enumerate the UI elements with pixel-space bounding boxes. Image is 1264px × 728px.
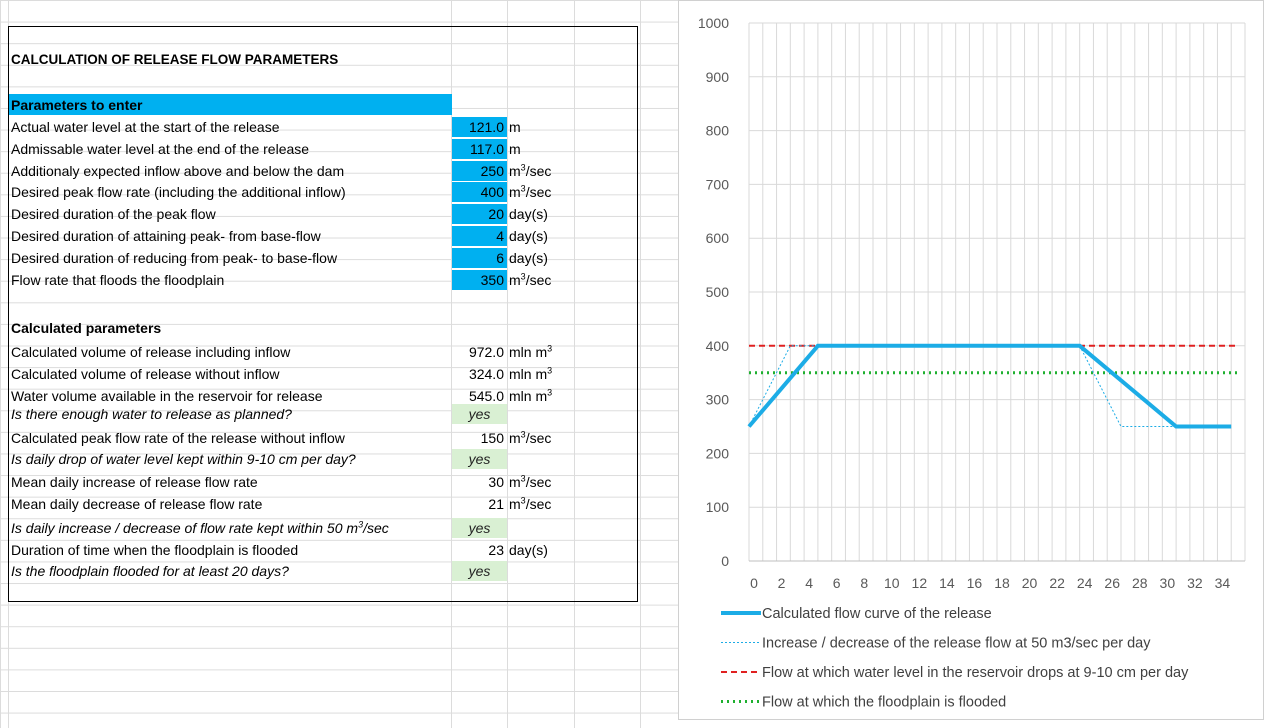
x-tick-label: 2 — [778, 575, 786, 591]
param-unit: m3/sec — [509, 271, 552, 288]
x-tick-label: 4 — [805, 575, 813, 591]
x-tick-label: 14 — [939, 575, 955, 591]
calc-label: Calculated volume of release including i… — [11, 344, 291, 360]
param-label: Flow rate that floods the floodplain — [11, 272, 225, 288]
calc-unit: day(s) — [509, 542, 548, 558]
calc-label: Water volume available in the reservoir … — [11, 388, 323, 404]
calc-unit: m3/sec — [509, 473, 552, 490]
calc-label: Duration of time when the floodplain is … — [11, 542, 299, 558]
calc-label: Mean daily increase of release flow rate — [11, 474, 258, 490]
calc-unit: mln m3 — [509, 387, 553, 404]
y-tick-label: 700 — [706, 176, 730, 192]
legend-entry: Calculated flow curve of the release — [762, 606, 992, 622]
check-result[interactable]: yes — [452, 449, 507, 469]
param-unit: m — [509, 119, 521, 135]
y-tick-label: 300 — [706, 392, 730, 408]
param-unit: day(s) — [509, 250, 548, 266]
series-line-1 — [747, 343, 1232, 429]
x-tick-label: 34 — [1215, 575, 1231, 591]
calc-value[interactable]: 30 — [452, 472, 507, 492]
param-unit: day(s) — [509, 228, 548, 244]
calc-label: Calculated peak flow rate of the release… — [11, 430, 345, 446]
calc-header-label: Calculated parameters — [11, 320, 162, 336]
y-tick-label: 0 — [721, 553, 729, 569]
x-tick-label: 6 — [833, 575, 841, 591]
calc-value[interactable]: 150 — [452, 428, 507, 448]
param-label: Desired duration of the peak flow — [11, 206, 216, 222]
param-label: Additionaly expected inflow above and be… — [11, 163, 345, 179]
x-tick-label: 10 — [884, 575, 900, 591]
legend-entry: Flow at which water level in the reservo… — [762, 665, 1189, 681]
param-unit: m — [509, 141, 521, 157]
x-tick-label: 28 — [1132, 575, 1148, 591]
param-value-input[interactable]: 400 — [452, 182, 507, 202]
calc-unit: mln m3 — [509, 365, 553, 382]
check-result[interactable]: yes — [452, 561, 507, 581]
x-tick-label: 16 — [967, 575, 983, 591]
calc-label: Mean daily decrease of release flow rate — [11, 496, 263, 512]
calc-label: Calculated volume of release without inf… — [11, 366, 280, 382]
y-tick-label: 900 — [706, 69, 730, 85]
check-result[interactable]: yes — [452, 404, 507, 424]
param-value-input[interactable]: 6 — [452, 248, 507, 268]
param-value-input[interactable]: 4 — [452, 226, 507, 246]
y-tick-label: 500 — [706, 284, 730, 300]
legend-entry: Increase / decrease of the release flow … — [762, 636, 1151, 652]
x-tick-label: 0 — [750, 575, 758, 591]
param-unit: m3/sec — [509, 183, 552, 200]
param-unit: day(s) — [509, 206, 548, 222]
calc-label: Is daily drop of water level kept within… — [11, 451, 356, 467]
param-label: Desired duration of reducing from peak- … — [11, 250, 338, 266]
calc-label: Is there enough water to release as plan… — [11, 406, 292, 422]
x-tick-label: 18 — [994, 575, 1010, 591]
y-tick-label: 800 — [706, 123, 730, 139]
calc-value[interactable]: 21 — [452, 494, 507, 514]
legend-entry: Flow at which the floodplain is flooded — [762, 695, 1006, 711]
param-value-input[interactable]: 250 — [452, 161, 507, 181]
calc-value[interactable]: 545.0 — [452, 386, 507, 406]
param-value-input[interactable]: 20 — [452, 204, 507, 224]
calc-label: Is the floodplain flooded for at least 2… — [11, 563, 289, 579]
sheet-title[interactable]: CALCULATION OF RELEASE FLOW PARAMETERS — [11, 52, 338, 67]
chart-container[interactable]: 0 100 200 300 400 500 600 700 800 900 1000 0 2 4 6 8 10 1… — [678, 0, 1264, 720]
param-label: Admissable water level at the end of the… — [11, 141, 310, 157]
series-line-2 — [748, 345, 1177, 427]
x-tick-label: 8 — [860, 575, 868, 591]
x-tick-label: 12 — [912, 575, 928, 591]
y-tick-label: 100 — [706, 499, 730, 515]
calc-value[interactable]: 324.0 — [452, 364, 507, 384]
x-tick-label: 30 — [1160, 575, 1176, 591]
param-value-input[interactable]: 121.0 — [452, 117, 507, 137]
calc-unit: m3/sec — [509, 429, 552, 446]
y-tick-label: 200 — [706, 445, 730, 461]
x-tick-label: 26 — [1104, 575, 1120, 591]
param-value-input[interactable]: 117.0 — [452, 139, 507, 159]
param-unit: m3/sec — [509, 162, 552, 179]
flow-chart: 010020030040050060070080090010000 2 4 6 8 10 1… — [698, 15, 1246, 711]
calc-unit: mln m3 — [509, 343, 553, 360]
calc-unit: m3/sec — [509, 495, 552, 512]
y-tick-label: 600 — [706, 230, 730, 246]
calc-value[interactable]: 972.0 — [452, 342, 507, 362]
x-tick-label: 20 — [1022, 575, 1038, 591]
calc-label: Is daily increase / decrease of flow rat… — [11, 519, 389, 536]
param-value-input[interactable]: 350 — [452, 270, 507, 290]
calc-value[interactable]: 23 — [452, 540, 507, 560]
x-tick-label: 24 — [1077, 575, 1093, 591]
check-result[interactable]: yes — [452, 518, 507, 538]
x-tick-label: 22 — [1049, 575, 1065, 591]
x-tick-label: 32 — [1187, 575, 1203, 591]
params-header[interactable]: Parameters to enter — [9, 94, 452, 115]
y-tick-label: 400 — [706, 338, 730, 354]
y-tick-label: 1000 — [698, 15, 729, 31]
param-label: Desired duration of attaining peak- from… — [11, 228, 321, 244]
param-label: Actual water level at the start of the r… — [11, 119, 280, 135]
param-label: Desired peak flow rate (including the ad… — [11, 184, 346, 200]
